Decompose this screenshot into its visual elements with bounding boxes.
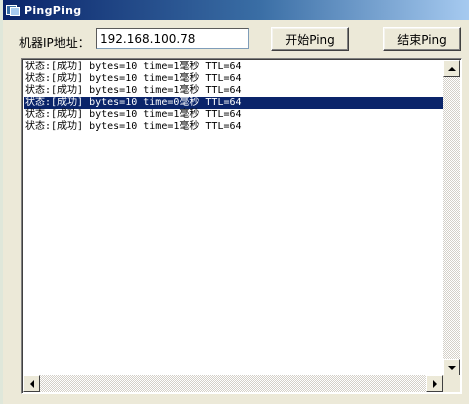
start-ping-button[interactable]: 开始Ping — [271, 27, 349, 51]
log-lines: 状态:[成功] bytes=10 time=1毫秒 TTL=64 状态:[成功] … — [24, 61, 443, 377]
stop-ping-button[interactable]: 结束Ping — [383, 27, 461, 51]
pingping-window: PingPing 机器IP地址： 开始Ping 结束Ping 状态:[成功] b… — [3, 0, 469, 404]
ip-address-label: 机器IP地址： — [19, 36, 90, 50]
log-line[interactable]: 状态:[成功] bytes=10 time=1毫秒 TTL=64 — [24, 61, 443, 73]
window-title: PingPing — [24, 3, 82, 17]
vertical-scroll-track[interactable] — [443, 77, 460, 359]
vertical-scrollbar[interactable] — [443, 60, 460, 376]
ping-result-list[interactable]: 状态:[成功] bytes=10 time=1毫秒 TTL=64 状态:[成功] … — [21, 58, 462, 394]
log-line[interactable]: 状态:[成功] bytes=10 time=1毫秒 TTL=64 — [24, 85, 443, 97]
horizontal-scroll-track[interactable] — [40, 375, 426, 392]
arrow-up-icon[interactable] — [443, 60, 460, 77]
ip-address-input[interactable] — [96, 28, 249, 49]
log-line[interactable]: 状态:[成功] bytes=10 time=1毫秒 TTL=64 — [24, 109, 443, 121]
arrow-left-icon[interactable] — [23, 375, 40, 392]
arrow-down-icon[interactable] — [443, 359, 460, 376]
scrollbar-corner — [443, 375, 460, 392]
log-line[interactable]: 状态:[成功] bytes=10 time=0毫秒 TTL=64 — [24, 97, 443, 109]
app-window-icon — [6, 4, 20, 16]
horizontal-scrollbar[interactable] — [23, 375, 443, 392]
arrow-right-icon[interactable] — [426, 375, 443, 392]
title-bar[interactable]: PingPing — [3, 0, 469, 20]
log-line[interactable]: 状态:[成功] bytes=10 time=1毫秒 TTL=64 — [24, 121, 443, 133]
log-line[interactable]: 状态:[成功] bytes=10 time=1毫秒 TTL=64 — [24, 73, 443, 85]
